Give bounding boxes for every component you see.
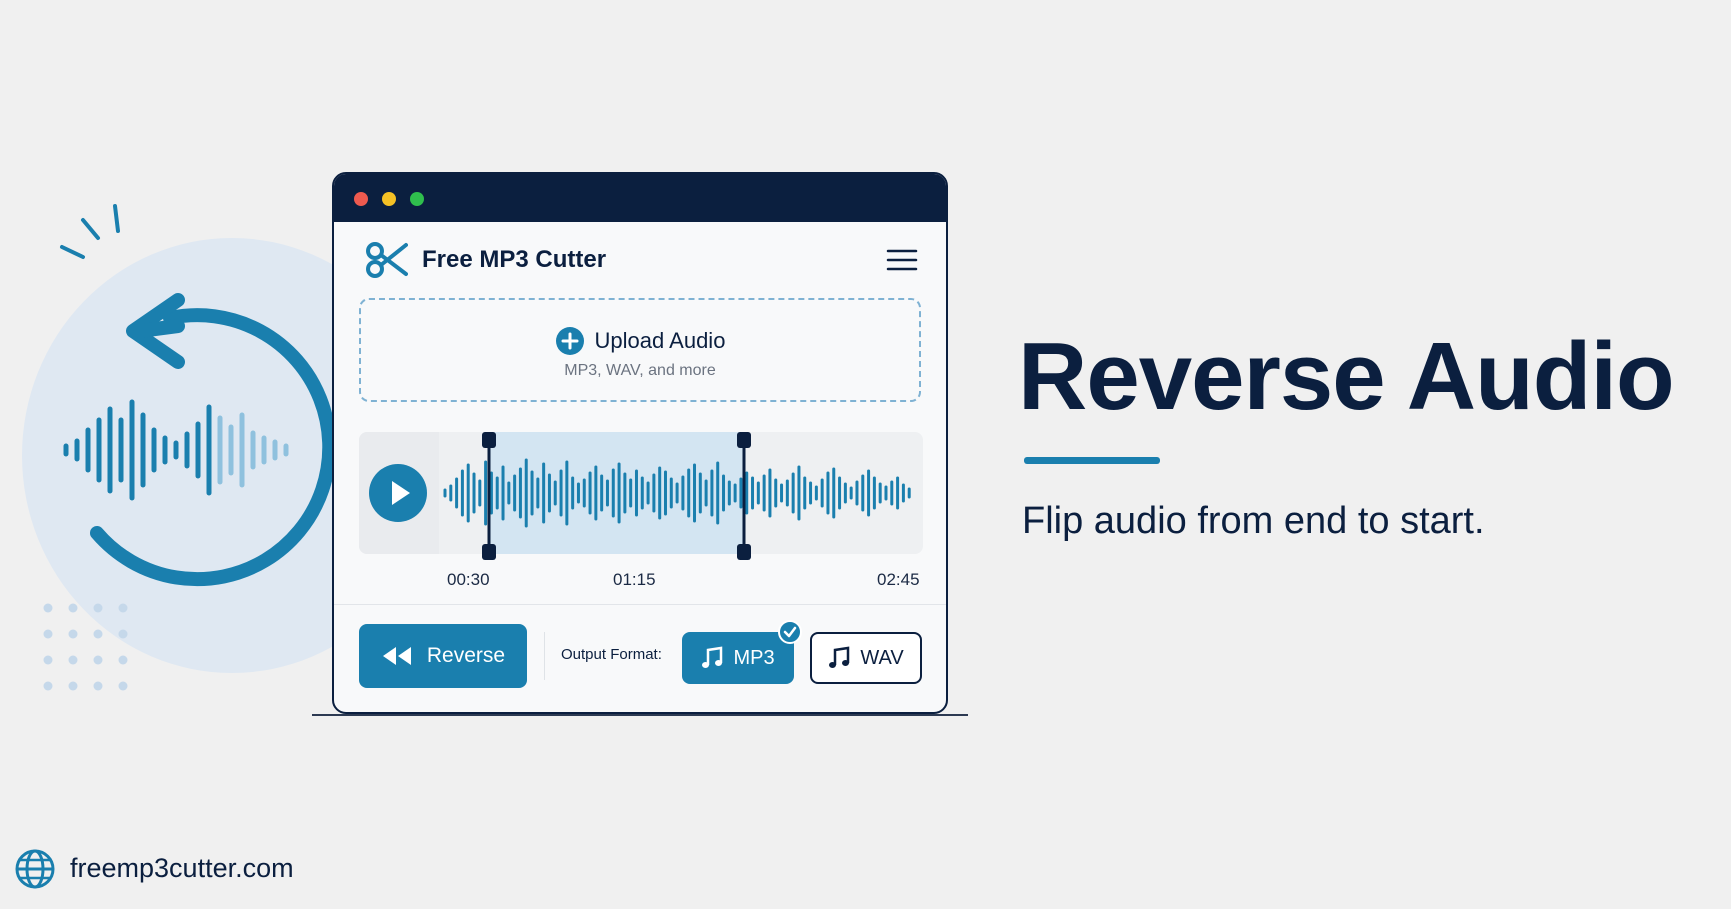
app-header: Free MP3 Cutter bbox=[334, 222, 946, 296]
reverse-button[interactable]: Reverse bbox=[359, 624, 527, 688]
deco-dot bbox=[68, 681, 78, 691]
deco-dot bbox=[68, 655, 78, 665]
deco-dot bbox=[93, 681, 103, 691]
reverse-arrow-illustration bbox=[60, 204, 337, 587]
time-label-mid: 01:15 bbox=[613, 570, 656, 589]
music-note-icon bbox=[829, 646, 850, 668]
globe-icon bbox=[15, 849, 55, 889]
waveform-panel bbox=[359, 432, 923, 560]
deco-dot bbox=[68, 603, 78, 613]
footer-url[interactable]: freemp3cutter.com bbox=[70, 853, 294, 884]
trim-handle-grip[interactable] bbox=[737, 544, 751, 560]
window-titlebar bbox=[334, 174, 946, 222]
upload-label: Upload Audio bbox=[594, 328, 726, 353]
selected-check-icon bbox=[778, 620, 802, 644]
output-format-label: Output Format: bbox=[561, 646, 662, 663]
format-mp3-label: MP3 bbox=[733, 646, 775, 669]
play-icon bbox=[392, 481, 410, 505]
window-close-dot[interactable] bbox=[354, 192, 368, 206]
upload-sublabel: MP3, WAV, and more bbox=[564, 362, 716, 379]
format-wav-button[interactable]: WAV bbox=[810, 632, 922, 684]
window-baseline bbox=[312, 714, 968, 716]
app-window: Free MP3 Cutter Upload Audio MP3, WAV, a… bbox=[332, 172, 948, 714]
deco-dot bbox=[118, 655, 128, 665]
scissors-icon bbox=[366, 242, 408, 278]
tagline: Flip audio from end to start. bbox=[1022, 500, 1485, 542]
section-divider bbox=[334, 604, 946, 605]
reverse-button-label: Reverse bbox=[426, 644, 506, 667]
audio-waveform[interactable] bbox=[439, 432, 923, 572]
plus-circle-icon bbox=[555, 327, 584, 355]
rewind-icon bbox=[382, 647, 411, 665]
headline-accent-bar bbox=[1024, 457, 1160, 464]
deco-dot bbox=[43, 603, 53, 613]
music-note-icon bbox=[702, 646, 723, 668]
deco-dot bbox=[93, 629, 103, 639]
deco-dot bbox=[43, 655, 53, 665]
deco-dot bbox=[118, 681, 128, 691]
headline: Reverse Audio bbox=[1018, 323, 1675, 430]
deco-dot bbox=[68, 629, 78, 639]
window-maximize-dot[interactable] bbox=[410, 192, 424, 206]
time-label-end: 02:45 bbox=[877, 570, 920, 589]
upload-dropzone[interactable]: Upload Audio MP3, WAV, and more bbox=[359, 298, 921, 402]
deco-dot bbox=[118, 603, 128, 613]
format-wav-label: WAV bbox=[860, 646, 904, 669]
time-label-start: 00:30 bbox=[447, 570, 490, 589]
action-divider bbox=[544, 632, 545, 680]
hamburger-menu-icon[interactable] bbox=[886, 248, 918, 272]
play-button[interactable] bbox=[369, 464, 427, 522]
trim-handle-grip[interactable] bbox=[482, 544, 496, 560]
deco-dot bbox=[93, 655, 103, 665]
app-title: Free MP3 Cutter bbox=[422, 246, 607, 273]
deco-dot bbox=[118, 629, 128, 639]
window-minimize-dot[interactable] bbox=[382, 192, 396, 206]
deco-dot bbox=[43, 629, 53, 639]
trim-handle-grip[interactable] bbox=[737, 432, 751, 448]
format-mp3-button[interactable]: MP3 bbox=[682, 632, 794, 684]
decorative-dots bbox=[43, 603, 128, 691]
deco-dot bbox=[43, 681, 53, 691]
play-area bbox=[359, 432, 439, 554]
deco-dot bbox=[93, 603, 103, 613]
trim-handle-grip[interactable] bbox=[482, 432, 496, 448]
